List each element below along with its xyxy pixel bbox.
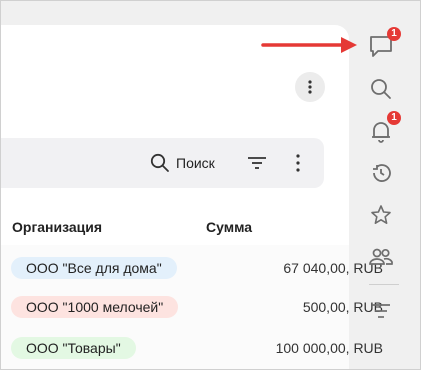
people-icon [369, 248, 393, 265]
star-icon [371, 205, 391, 225]
organization-chip[interactable]: ООО "Товары" [11, 337, 136, 359]
search-icon [150, 153, 169, 172]
more-vertical-icon [296, 154, 300, 172]
search-label: Поиск [176, 155, 215, 171]
organization-chip[interactable]: ООО "1000 мелочей" [11, 296, 179, 318]
notifications-badge: 1 [387, 111, 401, 125]
column-header-organization[interactable]: Организация [12, 219, 102, 235]
right-rail: 1 1 [353, 1, 413, 369]
favorites-button[interactable] [367, 201, 395, 229]
column-header-amount[interactable]: Сумма [206, 219, 252, 235]
toolbar-more-button[interactable] [291, 152, 305, 174]
filter-button[interactable] [246, 153, 268, 173]
card-more-button[interactable] [295, 72, 325, 102]
history-icon [373, 164, 391, 182]
more-vertical-icon [308, 80, 312, 94]
contacts-button[interactable] [367, 243, 395, 271]
table-toolbar: Поиск [1, 138, 324, 188]
rail-menu-button[interactable] [367, 297, 395, 325]
menu-icon [372, 304, 390, 318]
annotation-arrow [261, 37, 357, 53]
rail-search-button[interactable] [367, 75, 395, 103]
history-button[interactable] [367, 159, 395, 187]
app-frame: Поиск Организация Сумма ООО "Все для дом… [0, 0, 421, 370]
search-button[interactable]: Поиск [150, 152, 215, 174]
search-icon [371, 79, 391, 99]
chat-badge: 1 [387, 27, 401, 41]
filter-icon [248, 157, 266, 169]
rail-divider [369, 284, 399, 285]
organization-chip[interactable]: ООО "Все для дома" [11, 257, 177, 279]
